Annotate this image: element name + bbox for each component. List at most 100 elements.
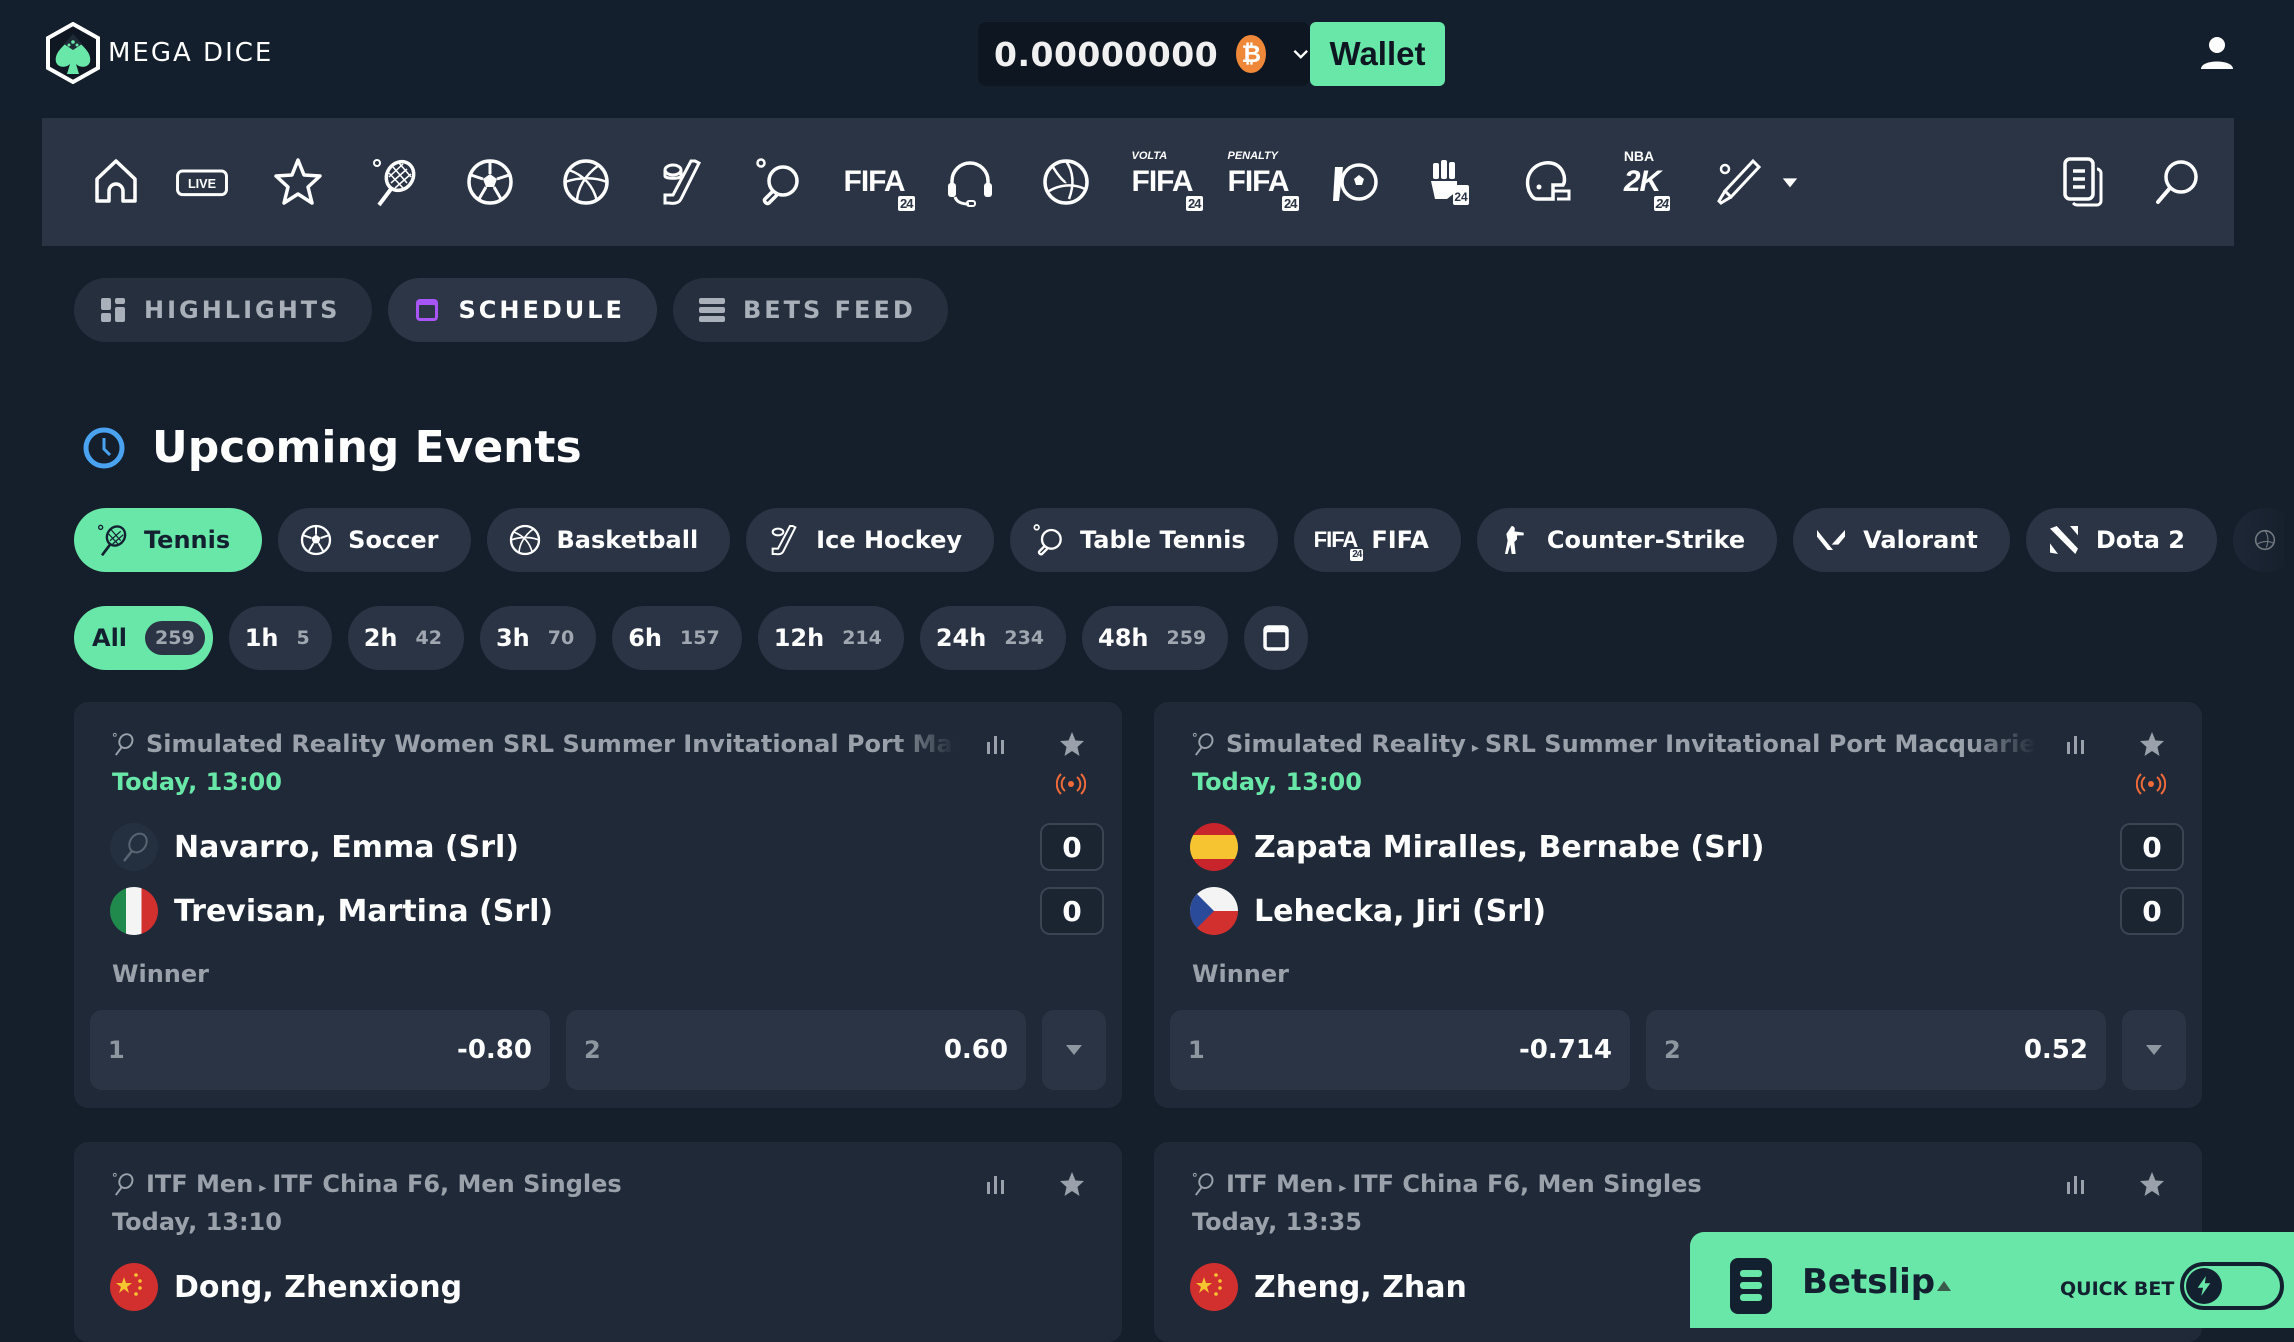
nav-favorites[interactable] — [266, 150, 330, 214]
chip-counter-strike[interactable]: Counter-Strike — [1476, 508, 1778, 572]
odds-value: -0.714 — [1518, 1035, 1612, 1065]
event-card[interactable]: Simulated Reality ▸ SRL Summer Invitationa… — [1154, 702, 2202, 1108]
more-markets-button[interactable] — [2122, 1010, 2186, 1090]
nav-volleyball[interactable] — [1034, 150, 1098, 214]
nav-tennis[interactable] — [362, 150, 426, 214]
nav-efighting[interactable]: 24 — [1418, 150, 1482, 214]
nav-more[interactable] — [1770, 150, 1810, 214]
nav-efootball[interactable] — [1322, 150, 1386, 214]
odds-button[interactable]: 2 0.60 — [566, 1010, 1026, 1090]
nav-ice-hockey[interactable] — [650, 150, 714, 214]
nav-live[interactable]: LIVE — [170, 150, 234, 214]
logo[interactable]: MEGA DICE — [44, 22, 273, 84]
chip-valorant[interactable]: Valorant — [1793, 508, 2010, 572]
time-filter-2h[interactable]: 2h 42 — [347, 606, 464, 670]
tab-schedule[interactable]: SCHEDULE — [388, 278, 657, 342]
chip-volleyball[interactable] — [2233, 508, 2284, 572]
basketball-icon — [563, 159, 609, 205]
time-filter-48h[interactable]: 48h 259 — [1082, 606, 1229, 670]
tournament-name: ITF China F6, Men Singles — [1352, 1170, 1702, 1198]
chip-tennis[interactable]: Tennis — [74, 508, 263, 572]
headset-icon — [948, 161, 992, 207]
flag-china — [1190, 1263, 1238, 1311]
event-card[interactable]: ITF Men ▸ ITF China F6, Men Singles Today,… — [74, 1142, 1122, 1342]
event-card[interactable]: Simulated Reality Women SRL Summer Invit… — [74, 702, 1122, 1108]
star-icon[interactable] — [2138, 730, 2166, 758]
wallet-button[interactable]: Wallet — [1310, 22, 1445, 86]
time-filter-label: 6h — [628, 624, 663, 652]
ice-hockey-icon — [771, 525, 797, 556]
nav-basketball[interactable] — [554, 150, 618, 214]
chip-table-tennis[interactable]: Table Tennis — [1010, 508, 1278, 572]
chip-soccer[interactable]: Soccer — [278, 508, 471, 572]
star-icon[interactable] — [1058, 730, 1086, 758]
nav-home[interactable] — [84, 150, 148, 214]
star-icon[interactable] — [1058, 1170, 1086, 1198]
time-filter-count: 259 — [1166, 627, 1207, 649]
event-time: Today, 13:35 — [1192, 1208, 1362, 1236]
time-filter-12h[interactable]: 12h 214 — [757, 606, 904, 670]
time-filter-all[interactable]: All 259 — [74, 606, 213, 670]
chip-ice-hockey[interactable]: Ice Hockey — [746, 508, 994, 572]
tab-label: BETS FEED — [742, 296, 916, 324]
sport-navigation: LIVE FIFA 24 VOLTA FIFA 24 PENALTY FIFA 24 24 — [42, 118, 2234, 246]
chevron-down-icon[interactable] — [1292, 43, 1310, 65]
league-name[interactable]: ITF Men ▸ ITF China F6, Men Singles — [1226, 1170, 2036, 1198]
nav-nba2k[interactable]: NBA 2K 24 — [1610, 149, 1674, 214]
nav-american-football[interactable] — [1514, 150, 1578, 214]
quick-bet-toggle[interactable] — [2180, 1262, 2284, 1310]
stats-icon[interactable] — [2064, 1172, 2088, 1196]
tab-highlights[interactable]: HIGHLIGHTS — [74, 278, 373, 342]
nav-penalty-fifa[interactable]: PENALTY FIFA 24 — [1226, 150, 1299, 214]
caret-up-icon[interactable] — [1936, 1280, 1952, 1292]
time-filter-bar: All 259 1h 5 2h 42 3h 70 6h 157 12h 214 24h 234… — [74, 606, 1309, 670]
nav-volta-fifa[interactable]: VOLTA FIFA 24 — [1130, 150, 1203, 214]
time-filter-label: 48h — [1098, 624, 1149, 652]
chip-fifa[interactable]: FIFA 24 FIFA — [1293, 508, 1461, 572]
league-name[interactable]: ITF Men ▸ ITF China F6, Men Singles — [146, 1170, 956, 1198]
league-name[interactable]: Simulated Reality Women SRL Summer Invit… — [146, 730, 956, 758]
user-icon[interactable] — [2200, 35, 2234, 71]
nav-fifa[interactable]: FIFA 24 — [842, 150, 915, 214]
tennis-icon — [1192, 1172, 1214, 1196]
betslip-panel[interactable]: Betslip QUICK BET — [1690, 1232, 2294, 1328]
time-filter-count: 70 — [547, 627, 575, 649]
star-icon[interactable] — [2138, 1170, 2166, 1198]
team-name: Trevisan, Martina (Srl) — [174, 893, 554, 929]
odds-button[interactable]: 2 0.52 — [1646, 1010, 2106, 1090]
tournament-name: SRL Summer Invitational Port Macquarie, … — [1484, 730, 2036, 758]
logo-icon — [46, 22, 100, 84]
balance-selector[interactable]: 0.00000000 ₿ — [978, 22, 1310, 86]
chip-label: Valorant — [1863, 526, 1978, 554]
search-button[interactable] — [2146, 150, 2210, 214]
stats-icon[interactable] — [2064, 732, 2088, 756]
chip-dota2[interactable]: Dota 2 — [2025, 508, 2218, 572]
date-picker-button[interactable] — [1244, 606, 1309, 670]
nav-soccer[interactable] — [458, 150, 522, 214]
chip-label: Soccer — [348, 526, 439, 554]
top-bar: MEGA DICE 0.00000000 ₿ Wallet — [0, 0, 2294, 118]
more-markets-button[interactable] — [1042, 1010, 1106, 1090]
tab-bets-feed[interactable]: BETS FEED — [672, 278, 948, 342]
nav-esports[interactable] — [938, 150, 1002, 214]
stats-icon[interactable] — [984, 1172, 1008, 1196]
clock-icon — [83, 427, 125, 468]
time-filter-6h[interactable]: 6h 157 — [612, 606, 742, 670]
tennis-icon — [98, 524, 127, 557]
caret-down-icon — [1066, 1045, 1082, 1055]
odds-row: 1 -0.80 2 0.60 — [90, 1010, 1106, 1090]
league-name[interactable]: Simulated Reality ▸ SRL Summer Invitationa… — [1226, 730, 2036, 758]
nav-my-bets[interactable] — [2050, 150, 2114, 214]
time-filter-3h[interactable]: 3h 70 — [479, 606, 597, 670]
stats-icon[interactable] — [984, 732, 1008, 756]
fifa-icon: FIFA 24 — [1313, 527, 1364, 561]
time-filter-1h[interactable]: 1h 5 — [228, 606, 332, 670]
odds-button[interactable]: 1 -0.80 — [90, 1010, 550, 1090]
chip-basketball[interactable]: Basketball — [486, 508, 731, 572]
flag-italy — [110, 887, 158, 935]
nav-cricket[interactable] — [1706, 150, 1770, 214]
nav-table-tennis[interactable] — [746, 150, 810, 214]
odds-button[interactable]: 1 -0.714 — [1170, 1010, 1630, 1090]
time-filter-24h[interactable]: 24h 234 — [919, 606, 1067, 670]
svg-text:24: 24 — [1454, 190, 1468, 204]
